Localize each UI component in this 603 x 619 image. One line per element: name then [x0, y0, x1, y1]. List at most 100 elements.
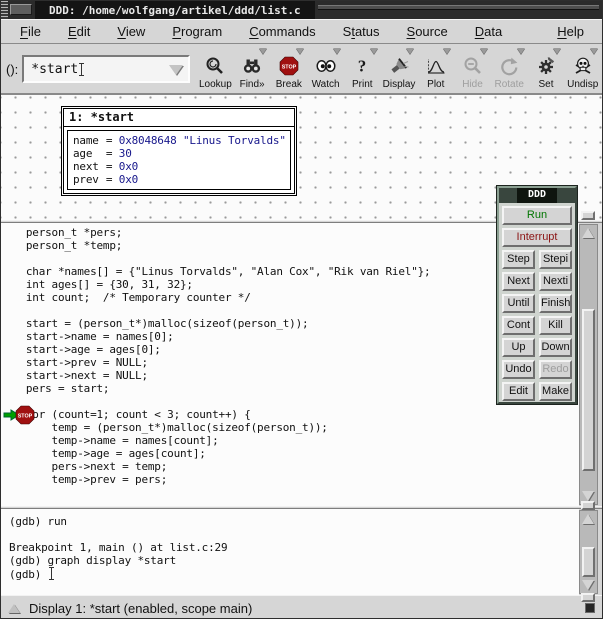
- source-line[interactable]: person_t *temp;: [1, 239, 579, 252]
- menu-data[interactable]: Data: [467, 21, 510, 42]
- status-text: Display 1: *start (enabled, scope main): [29, 601, 252, 616]
- dropdown-arrow-icon[interactable]: [370, 48, 378, 54]
- command-tool-row: UntilFinish: [499, 294, 575, 313]
- scroll-up-icon[interactable]: [582, 228, 594, 238]
- finish-button[interactable]: Finish: [539, 294, 572, 313]
- dropdown-arrow-icon[interactable]: [480, 48, 488, 54]
- source-line[interactable]: for (count=1; count < 3; count++) {: [1, 408, 579, 421]
- tool-button-find[interactable]: Find»: [234, 46, 271, 93]
- dropdown-arrow-icon[interactable]: [296, 48, 304, 54]
- command-tool-titlebar[interactable]: DDD: [499, 188, 575, 203]
- dropdown-arrow-icon[interactable]: [553, 48, 561, 54]
- window-titlebar[interactable]: DDD: /home/wolfgang/artikel/ddd/list.c: [1, 1, 602, 19]
- window-resize-hatch[interactable]: [1, 1, 8, 19]
- gear-pencil-icon: [536, 54, 556, 78]
- dropdown-arrow-icon[interactable]: [259, 48, 267, 54]
- tool-button-watch[interactable]: Watch: [307, 46, 344, 93]
- pane-divider[interactable]: [1, 506, 602, 509]
- scrollbar-thumb[interactable]: [582, 309, 595, 471]
- source-line[interactable]: start->prev = NULL;: [1, 356, 579, 369]
- tool-button-lookup[interactable]: Lookup: [197, 46, 234, 93]
- up-button[interactable]: Up: [502, 338, 535, 357]
- step-button[interactable]: Step: [502, 250, 535, 269]
- source-line[interactable]: int ages[] = {30, 31, 32};: [1, 278, 579, 291]
- tool-button-label: Plot: [427, 79, 444, 90]
- make-button[interactable]: Make: [539, 382, 572, 401]
- svg-text:?: ?: [358, 57, 367, 76]
- console-scrollbar[interactable]: [579, 510, 598, 594]
- until-button[interactable]: Until: [502, 294, 535, 313]
- interrupt-button[interactable]: Interrupt: [502, 228, 572, 247]
- source-line[interactable]: pers->next = temp;: [1, 460, 579, 473]
- source-line[interactable]: temp->age = ages[count];: [1, 447, 579, 460]
- display-node[interactable]: 1: *start name = 0x8048648 "Linus Torval…: [63, 108, 295, 194]
- source-line[interactable]: start->next = NULL;: [1, 369, 579, 382]
- titlebar-drag-area[interactable]: [315, 1, 602, 19]
- dropdown-arrow-icon[interactable]: [406, 48, 414, 54]
- breakpoint-stop-icon[interactable]: STOP: [15, 405, 35, 425]
- source-scrollbar[interactable]: [579, 224, 598, 505]
- source-line[interactable]: person_t *pers;: [1, 226, 579, 239]
- argument-dropdown-icon[interactable]: [169, 65, 183, 75]
- pane-sash-grip[interactable]: [581, 501, 595, 510]
- text-caret: [78, 63, 85, 76]
- source-line[interactable]: start->age = ages[0];: [1, 343, 579, 356]
- stepi-button[interactable]: Stepi: [539, 250, 572, 269]
- undo-button[interactable]: Undo: [502, 360, 535, 379]
- scroll-down-icon[interactable]: [582, 580, 594, 590]
- tool-button-set[interactable]: Set: [528, 46, 565, 93]
- run-button[interactable]: Run: [502, 206, 572, 225]
- dropdown-arrow-icon[interactable]: [443, 48, 451, 54]
- source-line[interactable]: temp->prev = pers;: [1, 473, 579, 486]
- pane-sash-grip[interactable]: [581, 593, 595, 602]
- menu-status[interactable]: Status: [335, 21, 388, 42]
- tool-button-break[interactable]: STOPBreak: [270, 46, 307, 93]
- scrollbar-thumb[interactable]: [582, 547, 595, 577]
- source-line[interactable]: [1, 252, 579, 265]
- tool-button-label: Undisp: [567, 79, 598, 90]
- tool-button-undisp[interactable]: Undisp: [564, 46, 601, 93]
- dropdown-arrow-icon[interactable]: [333, 48, 341, 54]
- dropdown-arrow-icon[interactable]: [590, 48, 598, 54]
- source-line[interactable]: char *names[] = {"Linus Torvalds", "Alan…: [1, 265, 579, 278]
- scroll-down-icon[interactable]: [582, 491, 594, 501]
- menu-file[interactable]: File: [12, 21, 49, 42]
- console-lines: (gdb) runBreakpoint 1, main () at list.c…: [1, 509, 579, 581]
- gdb-console[interactable]: (gdb) runBreakpoint 1, main () at list.c…: [1, 509, 579, 595]
- source-pane[interactable]: person_t *pers; person_t *temp; char *na…: [1, 223, 579, 506]
- source-line[interactable]: start = (person_t*)malloc(sizeof(person_…: [1, 317, 579, 330]
- menu-program[interactable]: Program: [164, 21, 230, 42]
- command-tool-row: Interrupt: [499, 228, 575, 247]
- pane-sash-grip[interactable]: [581, 211, 595, 220]
- menu-source[interactable]: Source: [399, 21, 456, 42]
- source-line[interactable]: temp = (person_t*)malloc(sizeof(person_t…: [1, 421, 579, 434]
- dropdown-arrow-icon[interactable]: [517, 48, 525, 54]
- window-menu-button[interactable]: [10, 4, 32, 15]
- menu-edit[interactable]: Edit: [60, 21, 98, 42]
- source-line[interactable]: int count; /* Temporary counter */: [1, 291, 579, 304]
- tool-button-plot[interactable]: Plot: [417, 46, 454, 93]
- tool-button-print[interactable]: ?Print: [344, 46, 381, 93]
- source-line[interactable]: [1, 486, 579, 499]
- source-line[interactable]: [1, 395, 579, 408]
- source-line[interactable]: temp->name = names[count];: [1, 434, 579, 447]
- down-button[interactable]: Down: [539, 338, 572, 357]
- console-line[interactable]: (gdb): [1, 567, 579, 581]
- next-button[interactable]: Next: [502, 272, 535, 291]
- menu-view[interactable]: View: [109, 21, 153, 42]
- tool-button-display[interactable]: Display: [381, 46, 418, 93]
- menu-help[interactable]: Help: [549, 21, 592, 42]
- field-name: next: [73, 160, 99, 173]
- nexti-button[interactable]: Nexti: [539, 272, 572, 291]
- source-line[interactable]: start->name = names[0];: [1, 330, 579, 343]
- scroll-up-icon[interactable]: [582, 514, 594, 524]
- source-line[interactable]: [1, 304, 579, 317]
- source-line[interactable]: pers = start;: [1, 382, 579, 395]
- edit-button[interactable]: Edit: [502, 382, 535, 401]
- menu-commands[interactable]: Commands: [241, 21, 323, 42]
- kill-button[interactable]: Kill: [539, 316, 572, 335]
- cont-button[interactable]: Cont: [502, 316, 535, 335]
- status-history-toggle-icon[interactable]: [8, 604, 20, 613]
- argument-input[interactable]: *start: [22, 55, 190, 83]
- display-node-field: name = 0x8048648 "Linus Torvalds": [73, 134, 285, 147]
